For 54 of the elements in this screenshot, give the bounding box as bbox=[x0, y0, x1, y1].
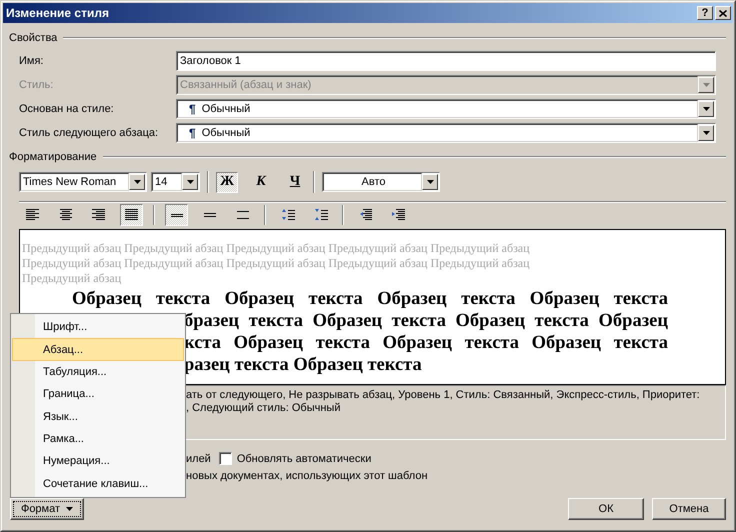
style-dropdown[interactable]: ¶ Обычный bbox=[176, 99, 716, 119]
line-spacing-icon bbox=[236, 209, 250, 221]
font-dropdown[interactable]: Times New Roman bbox=[19, 172, 147, 192]
style-dropdown[interactable]: ¶ Обычный bbox=[176, 123, 716, 143]
increase-indent-icon bbox=[392, 209, 406, 221]
option-text: новых документах, использующих этот шаблон bbox=[186, 470, 428, 482]
menu-item[interactable]: Рамка... bbox=[12, 428, 184, 450]
ok-button[interactable]: ОК bbox=[568, 498, 644, 520]
menu-item[interactable]: Табуляция... bbox=[12, 360, 184, 384]
color-dropdown[interactable]: Авто bbox=[322, 172, 440, 192]
field-label: Стиль: bbox=[18, 79, 54, 91]
field-label: Имя: bbox=[18, 55, 44, 67]
align-center-icon bbox=[58, 209, 72, 221]
paragraph-spacing-icon bbox=[314, 209, 328, 221]
menu-item[interactable]: Шрифт... bbox=[12, 316, 184, 338]
window-title: Изменение стиля bbox=[6, 6, 110, 20]
cancel-button[interactable]: Отмена bbox=[652, 498, 726, 520]
spacing-single-button[interactable] bbox=[165, 204, 188, 226]
preview-text: Предыдущий абзац bbox=[22, 271, 122, 286]
description-text: ать от следующего, Не разрывать абзац, Уровень 1, Стиль: Связанный, Экспресс-стиль, Приоритет: bbox=[186, 389, 701, 402]
preview-text: Предыдущий абзац Предыдущий абзац Предыдущий абзац Предыдущий абзац Предыдущий абзац bbox=[22, 256, 531, 271]
preview-text: Предыдущий абзац Предыдущий абзац Предыдущий абзац Предыдущий абзац Предыдущий абзац bbox=[22, 241, 531, 256]
font-size-dropdown[interactable]: 14 bbox=[151, 172, 200, 192]
paragraph-spacing-icon bbox=[280, 209, 294, 221]
name-field[interactable]: Заголовок 1 bbox=[176, 51, 716, 71]
checkbox-label: Обновлять автоматически bbox=[236, 452, 372, 464]
menu-item[interactable]: Язык... bbox=[12, 406, 184, 428]
menu-item[interactable]: Нумерация... bbox=[12, 450, 184, 473]
justify-button[interactable] bbox=[120, 204, 143, 226]
close-button[interactable] bbox=[715, 6, 731, 20]
sample-text: Образец текста Образец текста Образец текста Образец текста bbox=[72, 288, 668, 310]
sample-text: кста Образец текста Образец текста Образец текста bbox=[184, 332, 668, 354]
checkbox[interactable] bbox=[218, 452, 232, 465]
align-right-icon bbox=[92, 209, 106, 221]
caret-icon bbox=[66, 507, 74, 511]
underline-button[interactable]: Ч bbox=[284, 172, 306, 192]
align-left-icon bbox=[26, 209, 40, 221]
option-text: илей bbox=[186, 452, 211, 464]
menu-item[interactable]: Абзац... bbox=[12, 338, 184, 361]
group-title: Форматирование bbox=[9, 151, 97, 163]
help-button[interactable]: ? bbox=[697, 6, 713, 20]
description-text: , Следующий стиль: Обычный bbox=[186, 402, 342, 415]
field-label: Основан на стиле: bbox=[18, 103, 115, 115]
close-icon bbox=[719, 10, 727, 16]
format-button[interactable]: Формат bbox=[10, 498, 84, 520]
menu-item[interactable]: Граница... bbox=[12, 383, 184, 406]
decrease-indent-icon bbox=[358, 209, 372, 221]
field-label: Стиль следующего абзаца: bbox=[18, 127, 160, 139]
menu-item[interactable]: Сочетание клавиш... bbox=[12, 472, 184, 495]
bold-button[interactable]: Ж bbox=[216, 172, 238, 192]
italic-button[interactable]: К bbox=[250, 172, 272, 192]
justify-icon bbox=[124, 209, 138, 221]
sample-text: бразец текста Образец текста Образец текста Образец bbox=[184, 310, 668, 332]
group-title: Свойства bbox=[9, 32, 58, 44]
